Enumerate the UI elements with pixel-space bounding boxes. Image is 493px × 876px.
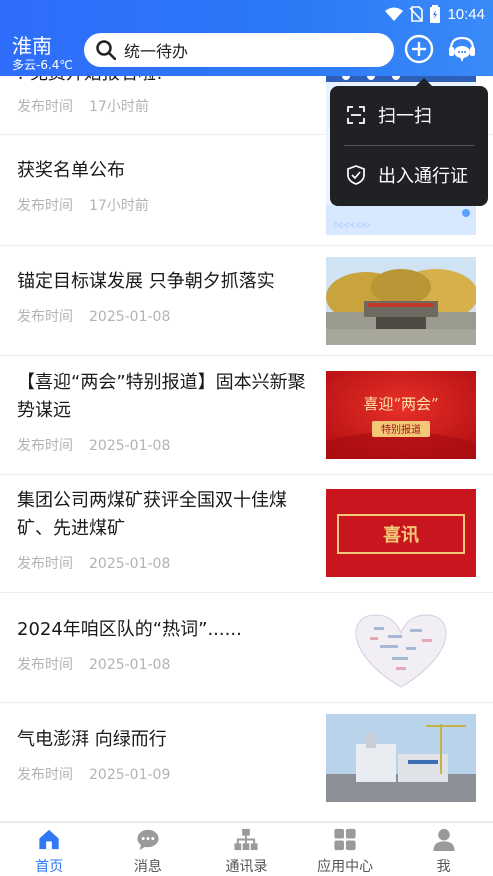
tab-label: 首页 [35,859,64,875]
wifi-icon [385,7,404,21]
thumb-heading: 喜讯 [383,525,419,546]
news-thumbnail [326,257,476,345]
publish-label: 发布时间 [17,767,73,783]
publish-time: 17小时前 [89,198,149,214]
news-thumbnail [326,605,476,693]
bottom-tab-bar: 首页 消息 通讯录 应用中心 我 [0,822,493,876]
app-root: !·免费开始报名啦! 发布时间17小时前 获奖名单公布 发布时间17小时前 [0,0,493,876]
publish-label: 发布时间 [17,657,73,673]
news-thumbnail [326,714,476,802]
publish-time: 2025-01-08 [89,556,171,572]
headset-chat-icon [449,36,475,62]
publish-time: 2025-01-08 [89,309,171,325]
add-button[interactable] [403,33,435,65]
status-time: 10:44 [447,5,485,23]
weather-info: 多云-6.4℃ [12,58,73,72]
apps-grid-icon [334,828,356,851]
news-item[interactable]: 气电澎湃 向绿而行 发布时间 2025-01-09 [0,703,493,822]
news-meta: 发布时间 2025-01-08 [17,435,170,455]
org-chart-icon [234,828,259,851]
tab-label: 应用中心 [317,859,374,875]
publish-label: 发布时间 [17,309,73,325]
tab-label: 我 [436,859,451,875]
publish-time: 2025-01-08 [89,657,171,673]
thumb-subheading: 特别报道 [381,423,421,436]
city-name[interactable]: 淮南 [12,30,52,59]
thumb-heading: 喜迎“两会” [363,395,438,413]
news-meta: 发布时间 2025-01-08 [17,654,170,674]
publish-time: 17小时前 [89,99,149,115]
news-title: 气电澎湃 向绿而行 [17,729,167,750]
news-meta: 发布时间 2025-01-09 [17,764,170,784]
scan-icon [347,106,365,124]
svg-text:▷▷▷▷▷▷: ▷▷▷▷▷▷ [334,220,372,229]
news-title: 锚定目标谋发展 只争朝夕抓落实 [17,271,275,292]
news-item[interactable]: 【喜迎“两会”特别报道】固本兴新聚势谋远 发布时间 2025-01-08 喜迎“两… [0,356,493,475]
news-title: 获奖名单公布 [17,160,125,181]
search-bar[interactable]: 统一待办 [84,33,394,67]
publish-label: 发布时间 [17,438,73,454]
news-thumbnail: 喜迎“两会” 特别报道 [326,371,476,459]
scan-label: 扫一扫 [378,106,432,127]
pass-menu-item[interactable]: 出入通行证 [330,146,488,204]
battery-icon [430,5,441,23]
news-meta: 发布时间 17小时前 [17,195,149,215]
quick-actions-popup: 扫一扫 出入通行证 [330,78,488,206]
search-placeholder: 统一待办 [124,42,189,61]
scan-menu-item[interactable]: 扫一扫 [330,86,488,144]
news-item[interactable]: 集团公司两煤矿获评全国双十佳煤矿、先进煤矿 发布时间 2025-01-08 喜讯 [0,475,493,593]
tab-contacts[interactable]: 通讯录 [197,823,296,876]
customer-service-button[interactable] [446,33,478,65]
news-title: 2024年咱区队的“热词”...... [17,619,242,640]
news-item[interactable]: 锚定目标谋发展 只争朝夕抓落实 发布时间 2025-01-08 [0,246,493,356]
tab-home[interactable]: 首页 [0,823,99,876]
plus-circle-icon [404,34,434,64]
publish-label: 发布时间 [17,99,73,115]
home-icon [39,829,59,850]
chat-icon [137,829,159,851]
tab-me[interactable]: 我 [394,823,493,876]
top-header: 10:44 淮南 多云-6.4℃ 统一待办 [0,0,493,76]
news-title: 【喜迎“两会”特别报道】固本兴新聚势谋远 [17,372,306,421]
news-title: 集团公司两煤矿获评全国双十佳煤矿、先进煤矿 [17,490,287,539]
publish-label: 发布时间 [17,556,73,572]
news-meta: 发布时间 2025-01-08 [17,306,170,326]
news-meta: 发布时间 2025-01-08 [17,553,170,573]
news-thumbnail: 喜讯 [326,489,476,577]
tab-app-center[interactable]: 应用中心 [296,823,395,876]
publish-label: 发布时间 [17,198,73,214]
publish-time: 2025-01-08 [89,438,171,454]
publish-time: 2025-01-09 [89,767,171,783]
shield-check-icon [347,165,365,185]
news-meta: 发布时间 17小时前 [17,96,149,116]
status-bar: 10:44 [385,4,485,24]
search-icon [96,40,116,60]
tab-label: 通讯录 [225,859,268,875]
pass-label: 出入通行证 [378,166,468,187]
news-item[interactable]: 2024年咱区队的“热词”...... 发布时间 2025-01-08 [0,593,493,703]
tab-messages[interactable]: 消息 [99,823,198,876]
tab-label: 消息 [133,859,162,875]
user-icon [433,828,455,852]
no-sim-icon [409,6,424,22]
